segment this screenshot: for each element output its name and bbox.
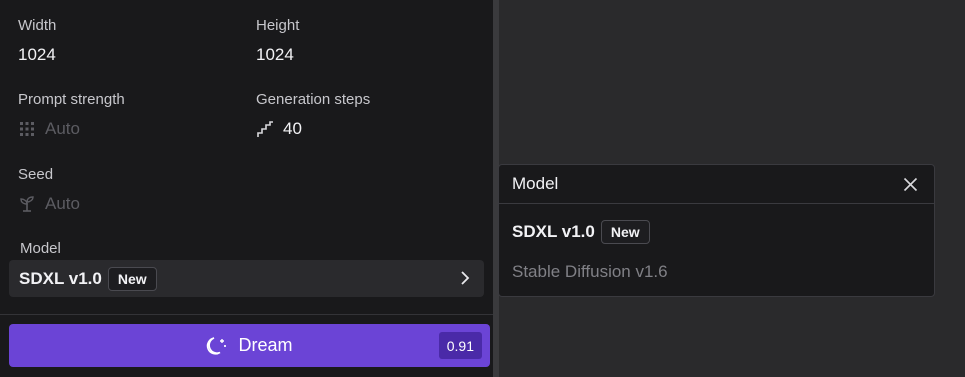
settings-panel: Width 1024 Height 1024 Prompt strength A… bbox=[0, 0, 499, 377]
steps-icon bbox=[256, 120, 274, 138]
model-label: Model bbox=[20, 240, 61, 257]
model-option-sdxl[interactable]: SDXL v1.0 New bbox=[512, 220, 650, 244]
grid-dots-icon bbox=[18, 120, 36, 138]
seed-label: Seed bbox=[18, 166, 54, 183]
sprout-icon bbox=[18, 195, 36, 213]
dream-label: Dream bbox=[238, 335, 293, 355]
model-selector[interactable]: SDXL v1.0 New bbox=[9, 260, 484, 297]
prompt-strength-label: Prompt strength bbox=[18, 91, 125, 108]
close-icon[interactable] bbox=[903, 177, 918, 192]
moon-stars-icon bbox=[206, 335, 228, 357]
dream-button[interactable]: Dream 0.91 bbox=[9, 324, 490, 367]
generation-steps-value: 40 bbox=[283, 119, 302, 138]
width-label: Width bbox=[18, 17, 57, 34]
generation-steps-control[interactable]: 40 bbox=[256, 119, 370, 139]
width-setting[interactable]: Width 1024 bbox=[18, 17, 56, 65]
new-badge: New bbox=[107, 266, 157, 291]
seed-value: Auto bbox=[45, 194, 80, 213]
model-popover: Model SDXL v1.0 New Stable Diffusion v1.… bbox=[498, 164, 935, 297]
model-option-name: SDXL v1.0 bbox=[512, 222, 595, 241]
model-option-name: Stable Diffusion v1.6 bbox=[512, 262, 668, 281]
height-setting[interactable]: Height 1024 bbox=[256, 17, 299, 65]
prompt-strength-value: Auto bbox=[45, 119, 80, 138]
height-label: Height bbox=[256, 17, 300, 34]
popover-header: Model bbox=[499, 165, 934, 204]
generation-steps-setting[interactable]: Generation steps 40 bbox=[256, 91, 370, 139]
prompt-strength-setting[interactable]: Prompt strength Auto bbox=[18, 91, 125, 139]
new-badge: New bbox=[600, 220, 650, 244]
model-selected-name: SDXL v1.0 bbox=[19, 268, 102, 288]
prompt-strength-control[interactable]: Auto bbox=[18, 119, 125, 139]
width-value[interactable]: 1024 bbox=[18, 45, 56, 65]
credit-cost-badge: 0.91 bbox=[438, 332, 482, 359]
chevron-right-icon bbox=[456, 269, 474, 287]
seed-setting[interactable]: Seed Auto bbox=[18, 166, 80, 214]
popover-title: Model bbox=[512, 174, 559, 193]
generation-steps-label: Generation steps bbox=[256, 91, 371, 108]
divider bbox=[0, 314, 499, 315]
seed-control[interactable]: Auto bbox=[18, 194, 80, 214]
height-value[interactable]: 1024 bbox=[256, 45, 299, 65]
model-option-sd16[interactable]: Stable Diffusion v1.6 bbox=[512, 262, 668, 282]
